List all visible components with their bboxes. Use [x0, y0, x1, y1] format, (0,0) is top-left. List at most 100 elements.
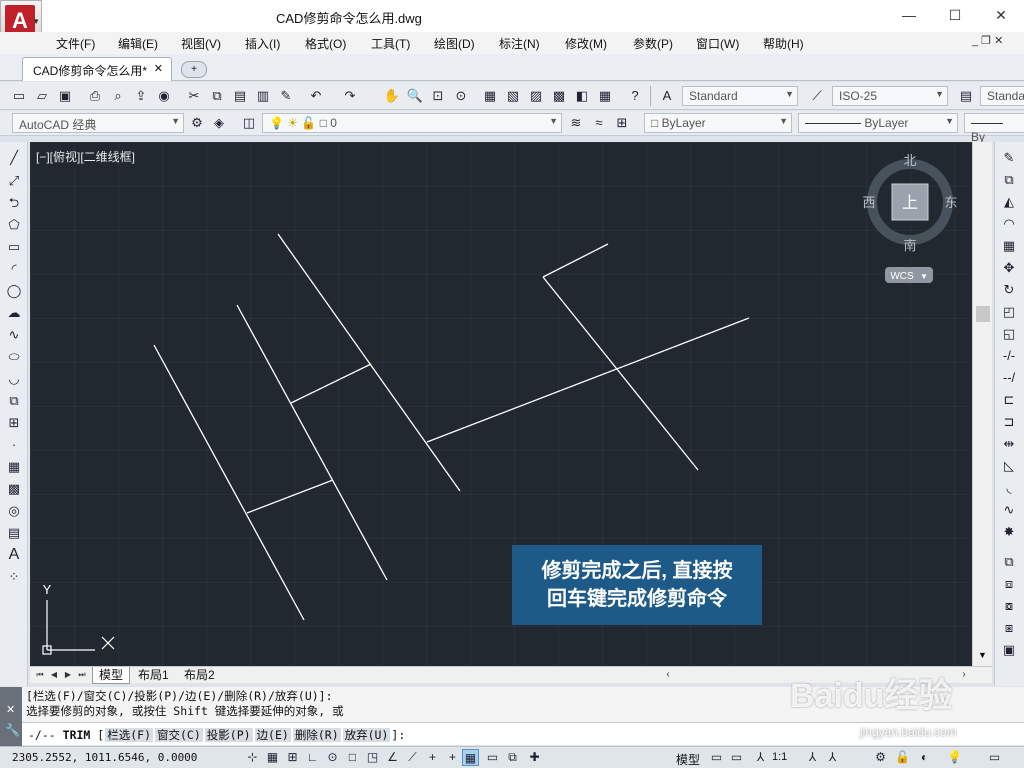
ellipse-icon[interactable]: ⬭	[4, 347, 24, 367]
mirror-icon[interactable]: ◭	[999, 192, 1019, 212]
selection-cycling-icon[interactable]: ⧉	[504, 749, 521, 766]
ellipse-arc-icon[interactable]: ◡	[4, 369, 24, 389]
offset-icon[interactable]: ◠	[999, 214, 1019, 234]
zoom-realtime-icon[interactable]: 🔍	[406, 87, 424, 105]
workspace-settings-icon[interactable]: ⚙	[188, 114, 206, 132]
copy-object-icon[interactable]: ⧉	[999, 170, 1019, 190]
make-layer-current-icon[interactable]: ≋	[567, 114, 585, 132]
compass-west[interactable]: 西	[862, 195, 875, 210]
scale-icon[interactable]: ◰	[999, 302, 1019, 322]
make-block-icon[interactable]: ⊞	[4, 413, 24, 433]
mdi-window-controls[interactable]: _ ❐ ✕	[972, 34, 1003, 47]
scrollbar-thumb[interactable]	[976, 306, 990, 322]
extend-icon[interactable]: --/	[999, 368, 1019, 388]
close-button[interactable]: ✕	[978, 0, 1024, 30]
menu-view[interactable]: 视图(V)	[181, 35, 221, 52]
scroll-right-icon[interactable]: ›	[958, 668, 970, 681]
send-to-back-icon[interactable]: ⧇	[999, 596, 1019, 616]
table-style-select[interactable]: Standa	[980, 86, 1024, 106]
print-preview-icon[interactable]: ⌕	[109, 87, 127, 105]
compass-east[interactable]: 东	[944, 195, 957, 210]
linetype-select[interactable]: ByLayer ▼	[798, 113, 958, 133]
calculator-icon[interactable]: ▦	[596, 87, 614, 105]
prev-layout-icon[interactable]: ◀	[48, 668, 60, 681]
layer-manager-icon[interactable]: ◫	[240, 114, 258, 132]
menu-edit[interactable]: 编辑(E)	[118, 35, 158, 52]
annotation-monitor-icon[interactable]: ✚	[526, 749, 543, 766]
menu-format[interactable]: 格式(O)	[305, 35, 346, 52]
undo-icon[interactable]: ↶	[307, 87, 325, 105]
lock-icon[interactable]: 🔓	[894, 749, 911, 766]
join-icon[interactable]: ⇹	[999, 434, 1019, 454]
trim-icon[interactable]: -/-	[999, 346, 1019, 366]
scroll-left-icon[interactable]: ‹	[662, 668, 674, 681]
object-snap-tracking-icon[interactable]: ∠	[384, 749, 401, 766]
3d-snap-icon[interactable]: ◳	[364, 749, 381, 766]
fillet-icon[interactable]: ◟	[999, 478, 1019, 498]
open-file-icon[interactable]: ▱	[33, 87, 51, 105]
blend-curves-icon[interactable]: ∿	[999, 500, 1019, 520]
new-file-icon[interactable]: ▭	[10, 87, 28, 105]
lineweight-icon[interactable]: +	[444, 749, 461, 766]
region-icon[interactable]: ◎	[4, 501, 24, 521]
erase-icon[interactable]: ✎	[999, 148, 1019, 168]
option-fence[interactable]: 栏选(F)	[105, 728, 153, 742]
layer-previous-icon[interactable]: ≈	[590, 114, 608, 132]
menu-modify[interactable]: 修改(M)	[565, 35, 607, 52]
menu-help[interactable]: 帮助(H)	[763, 35, 804, 52]
viewport-controls-label[interactable]: [−][俯视][二维线框]	[36, 148, 135, 165]
chamfer-icon[interactable]: ◺	[999, 456, 1019, 476]
compass-north[interactable]: 北	[903, 153, 916, 168]
layer-select[interactable]: 💡 ☀ 🔓 □ 0 ▼	[262, 113, 562, 133]
dynamic-ucs-icon[interactable]: ⟋	[404, 749, 421, 766]
annotation-scale-icon[interactable]: ⅄	[752, 749, 769, 766]
color-select[interactable]: □ ByLayer ▼	[644, 113, 792, 133]
coordinate-readout[interactable]: 2305.2552, 1011.6546, 0.0000	[12, 751, 197, 764]
zoom-window-icon[interactable]: ⊡	[429, 87, 447, 105]
publish-icon[interactable]: ⇪	[132, 87, 150, 105]
quick-view-drawings-icon[interactable]: ▭	[728, 749, 745, 766]
array-icon[interactable]: ▦	[999, 236, 1019, 256]
scroll-down-icon[interactable]: ▼	[978, 650, 987, 660]
isolate-objects-icon[interactable]: 💡	[946, 749, 963, 766]
workspace-switch-icon[interactable]: ◈	[210, 114, 228, 132]
spline-icon[interactable]: ∿	[4, 325, 24, 345]
tab-model[interactable]: 模型	[92, 667, 131, 684]
lineweight-select[interactable]: By	[964, 113, 1024, 144]
dynamic-input-icon[interactable]: +	[424, 749, 441, 766]
close-icon[interactable]: ✕	[6, 703, 15, 716]
clean-screen-icon[interactable]: ▭	[986, 749, 1003, 766]
drawing-canvas[interactable]: 上 北 南 东 西 WCS ▼ Y	[30, 142, 972, 666]
menu-tools[interactable]: 工具(T)	[371, 35, 410, 52]
menu-insert[interactable]: 插入(I)	[245, 35, 280, 52]
workspace-switching-icon[interactable]: ⚙	[872, 749, 889, 766]
command-window-handle[interactable]: ✕ 🔧	[0, 687, 22, 746]
layer-state-icon[interactable]: ⊞	[613, 114, 631, 132]
hatch-icon[interactable]: ▦	[4, 457, 24, 477]
compass-south[interactable]: 南	[903, 238, 916, 253]
stretch-icon[interactable]: ◱	[999, 324, 1019, 344]
multiline-text-icon[interactable]: A	[4, 545, 24, 565]
wrench-icon[interactable]: 🔧	[5, 723, 20, 737]
bring-above-icon[interactable]: ⧆	[999, 618, 1019, 638]
text-style-icon[interactable]: A	[658, 87, 676, 105]
explode-icon[interactable]: ✸	[999, 522, 1019, 542]
quick-properties-icon[interactable]: ▭	[484, 749, 501, 766]
break-at-point-icon[interactable]: ⊏	[999, 390, 1019, 410]
tab-layout1[interactable]: 布局1	[132, 667, 175, 684]
text-style-select[interactable]: Standard ▼	[682, 86, 798, 106]
auto-scale-icon[interactable]: ⅄	[824, 749, 841, 766]
cut-icon[interactable]: ✂	[185, 87, 203, 105]
document-tab[interactable]: CAD修剪命令怎么用* ✕	[22, 57, 172, 81]
menu-dimension[interactable]: 标注(N)	[499, 35, 540, 52]
redo-icon[interactable]: ↷	[341, 87, 359, 105]
workspace-select[interactable]: AutoCAD 经典 ▼	[12, 113, 184, 133]
insert-block-icon[interactable]: ⧉	[4, 391, 24, 411]
zoom-previous-icon[interactable]: ⊙	[452, 87, 470, 105]
menu-window[interactable]: 窗口(W)	[696, 35, 739, 52]
hardware-acceleration-icon[interactable]: ◐	[916, 749, 933, 766]
grid-display-icon[interactable]: ⊞	[284, 749, 301, 766]
circle-icon[interactable]: ◯	[4, 281, 24, 301]
dim-style-select[interactable]: ISO-25 ▼	[832, 86, 948, 106]
pan-icon[interactable]: ✋	[383, 87, 401, 105]
